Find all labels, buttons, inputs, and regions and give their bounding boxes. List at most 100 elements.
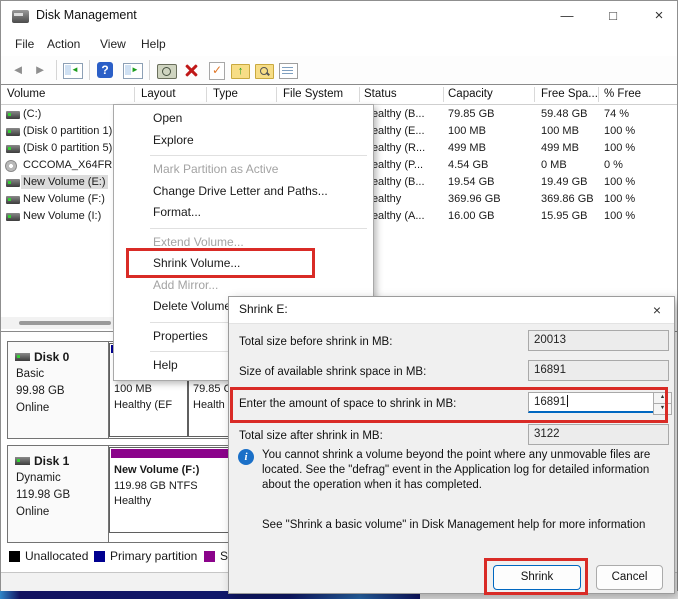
horizontal-scrollbar[interactable]: [1, 317, 121, 329]
volume-name: (C:): [23, 106, 41, 123]
col-free-space[interactable]: Free Spa...: [541, 88, 598, 100]
volume-name: New Volume (F:): [23, 191, 105, 208]
disk-size: 99.98 GB: [16, 385, 65, 397]
volume-capacity: 16.00 GB: [448, 208, 494, 225]
screen: Disk Management — □ × File Action View H…: [0, 0, 678, 599]
disk-0-header[interactable]: Disk 0 Basic 99.98 GB Online: [8, 342, 109, 438]
col-pct-free[interactable]: % Free: [604, 88, 641, 100]
check-document-icon[interactable]: ✓: [209, 62, 225, 80]
volume-pct-free: 100 %: [604, 191, 635, 208]
menu-separator: [114, 151, 373, 159]
menu-item-open[interactable]: Open: [114, 108, 373, 130]
volume-name: (Disk 0 partition 1): [23, 123, 112, 140]
legend-label: Unallocated: [25, 549, 88, 563]
minimize-button[interactable]: —: [545, 1, 589, 31]
window-title: Disk Management: [36, 8, 137, 22]
volume-free-space: 59.48 GB: [541, 106, 587, 123]
volume-icon: [6, 179, 20, 187]
help-icon[interactable]: ?: [97, 62, 113, 78]
volume-pct-free: 74 %: [604, 106, 629, 123]
volume-name: CCCOMA_X64FRE: [23, 157, 120, 174]
volume-pct-free: 100 %: [604, 174, 635, 191]
forward-icon[interactable]: ►: [31, 61, 49, 79]
legend-swatch-primary: [94, 551, 105, 562]
volume-capacity: 100 MB: [448, 123, 486, 140]
field-total-before: 20013: [528, 330, 669, 351]
disk-1-header[interactable]: Disk 1 Dynamic 119.98 GB Online: [8, 446, 109, 542]
menu-item-explore[interactable]: Explore: [114, 130, 373, 152]
cd-rom-icon: [5, 160, 17, 172]
toolbar-separator: [56, 60, 57, 80]
volume-free-space: 100 MB: [541, 123, 579, 140]
menu-help[interactable]: Help: [139, 35, 168, 53]
menu-item-change-drive-letter[interactable]: Change Drive Letter and Paths...: [114, 181, 373, 203]
info-text: You cannot shrink a volume beyond the po…: [262, 448, 654, 493]
col-type[interactable]: Type: [213, 88, 238, 100]
partition-size: 100 MB: [114, 382, 185, 398]
show-action-pane-icon[interactable]: ►: [123, 63, 143, 79]
shrink-dialog: Shrink E: × Total size before shrink in …: [228, 296, 675, 594]
disk-status: Online: [16, 506, 49, 518]
disk-type: Basic: [16, 368, 44, 380]
folder-search-icon[interactable]: [255, 64, 274, 79]
disk-size: 119.98 GB: [16, 489, 70, 501]
maximize-button[interactable]: □: [591, 1, 635, 31]
volume-pct-free: 100 %: [604, 140, 635, 157]
close-button[interactable]: ×: [637, 1, 678, 31]
menu-file[interactable]: File: [13, 35, 36, 53]
col-capacity[interactable]: Capacity: [448, 88, 493, 100]
legend-label: Primary partition: [110, 549, 197, 563]
disk-name: Disk 1: [34, 454, 69, 468]
delete-volume-icon[interactable]: [183, 62, 199, 78]
legend-swatch-simple: [204, 551, 215, 562]
help-text: See "Shrink a basic volume" in Disk Mana…: [262, 519, 654, 531]
refresh-icon[interactable]: [157, 64, 177, 79]
volume-pct-free: 100 %: [604, 208, 635, 225]
volume-free-space: 499 MB: [541, 140, 579, 157]
disk-icon: [15, 457, 30, 465]
field-available-space: 16891: [528, 360, 669, 381]
app-disk-icon: [12, 10, 29, 23]
show-console-tree-icon[interactable]: ◄: [63, 63, 83, 79]
title-bar: Disk Management — □ ×: [1, 1, 677, 31]
volume-name: New Volume (I:): [23, 208, 101, 225]
col-file-system[interactable]: File System: [283, 88, 343, 100]
menu-item-format[interactable]: Format...: [114, 202, 373, 224]
field-total-after: 3122: [528, 424, 669, 445]
col-volume[interactable]: Volume: [7, 88, 45, 100]
volume-icon: [6, 111, 20, 119]
properties-list-icon[interactable]: [279, 63, 298, 79]
volume-icon: [6, 213, 20, 221]
col-status[interactable]: Status: [364, 88, 397, 100]
info-icon: i: [238, 449, 254, 465]
back-icon[interactable]: ◄: [9, 61, 27, 79]
label-total-after: Total size after shrink in MB:: [239, 430, 383, 442]
menu-bar: File Action View Help: [1, 31, 677, 56]
volume-capacity: 369.96 GB: [448, 191, 501, 208]
volume-free-space: 15.95 GB: [541, 208, 587, 225]
disk-name: Disk 0: [34, 350, 69, 364]
menu-separator: [114, 224, 373, 232]
menu-view[interactable]: View: [98, 35, 128, 53]
volume-name: New Volume (E:): [21, 175, 108, 189]
disk-icon: [15, 353, 30, 361]
folder-up-icon[interactable]: ↑: [231, 64, 250, 79]
cancel-button[interactable]: Cancel: [596, 565, 663, 590]
disk-status: Online: [16, 402, 49, 414]
scrollbar-thumb[interactable]: [19, 321, 111, 325]
volume-free-space: 0 MB: [541, 157, 567, 174]
dialog-title-bar: Shrink E: ×: [229, 297, 674, 324]
toolbar: ◄ ► ◄ ? ► ✓ ↑: [1, 56, 677, 85]
legend-label: S: [220, 549, 228, 563]
dialog-close-icon[interactable]: ×: [647, 300, 667, 320]
col-layout[interactable]: Layout: [141, 88, 176, 100]
volume-icon: [6, 128, 20, 136]
menu-action[interactable]: Action: [45, 35, 82, 53]
volume-name: (Disk 0 partition 5): [23, 140, 112, 157]
annotation-shrink-volume: [126, 248, 315, 278]
volume-icon: [6, 196, 20, 204]
partition-status: Healthy (EF: [114, 398, 185, 414]
toolbar-separator: [149, 60, 150, 80]
list-header: Volume Layout Type File System Status Ca…: [1, 85, 677, 105]
volume-capacity: 499 MB: [448, 140, 486, 157]
